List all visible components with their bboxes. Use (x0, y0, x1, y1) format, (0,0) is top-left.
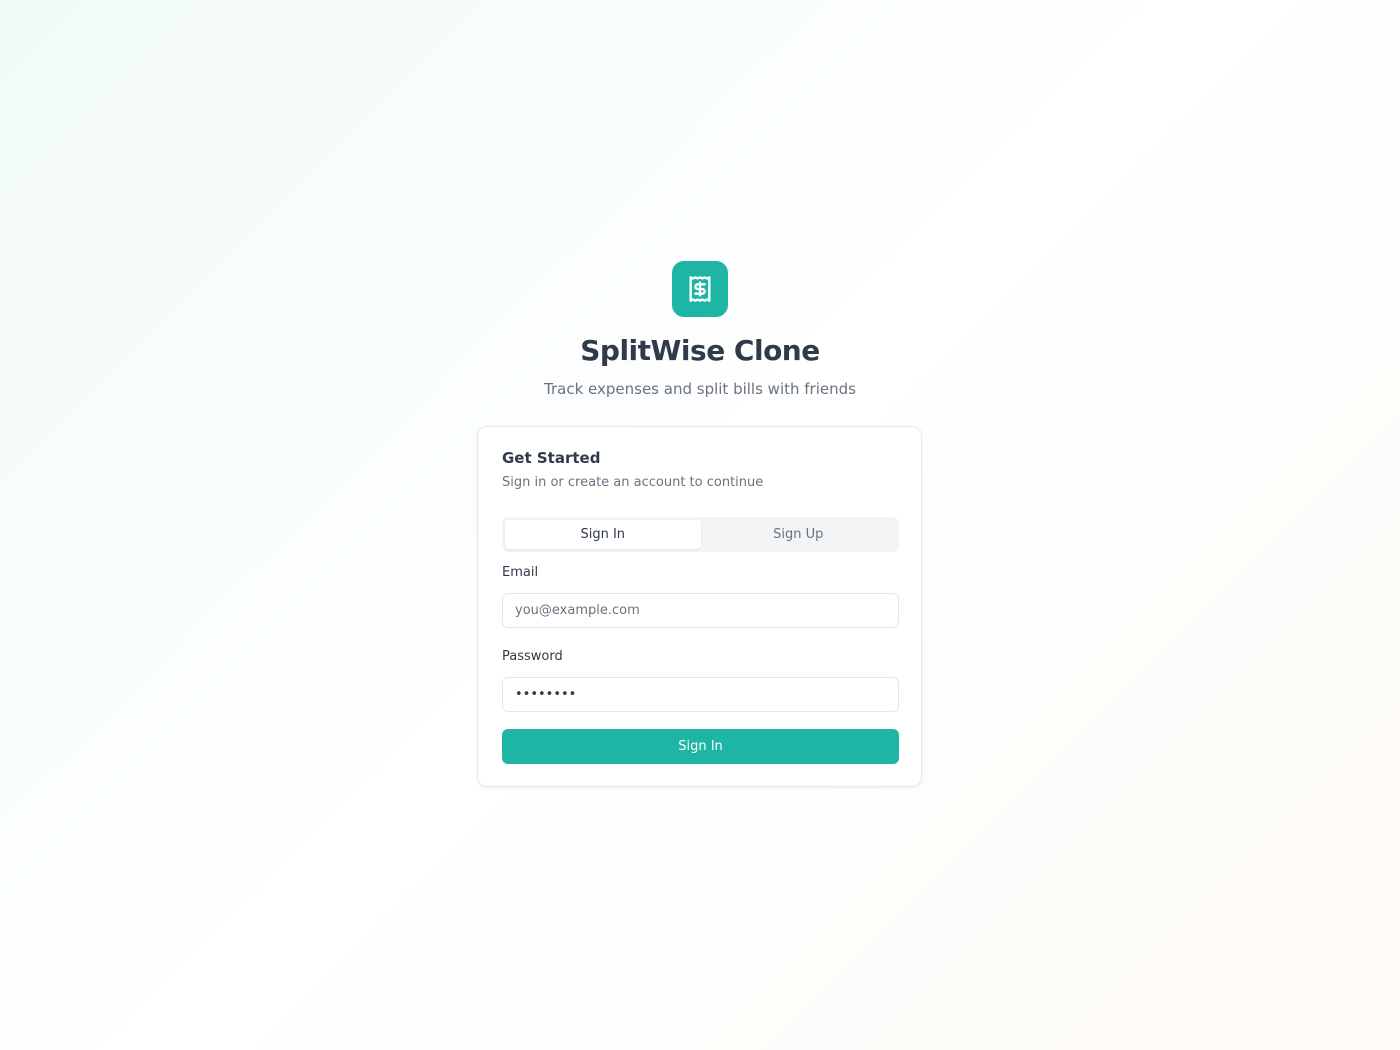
card-title: Get Started (502, 449, 601, 467)
auth-tabs: Sign In Sign Up (502, 517, 899, 552)
card-description: Sign in or create an account to continue (502, 475, 764, 490)
app-logo (672, 261, 728, 317)
email-label: Email (502, 565, 539, 580)
receipt-dollar-icon (689, 276, 711, 302)
password-label: Password (502, 649, 563, 664)
tab-sign-in[interactable]: Sign In (505, 520, 701, 549)
app-subtitle: Track expenses and split bills with frie… (544, 380, 856, 398)
email-field[interactable] (502, 593, 899, 628)
app-title: SplitWise Clone (580, 334, 820, 367)
auth-card: Get Started Sign in or create an account… (477, 426, 922, 787)
sign-in-button[interactable]: Sign In (502, 729, 899, 764)
password-field[interactable] (502, 677, 899, 712)
tab-sign-up[interactable]: Sign Up (701, 520, 897, 549)
